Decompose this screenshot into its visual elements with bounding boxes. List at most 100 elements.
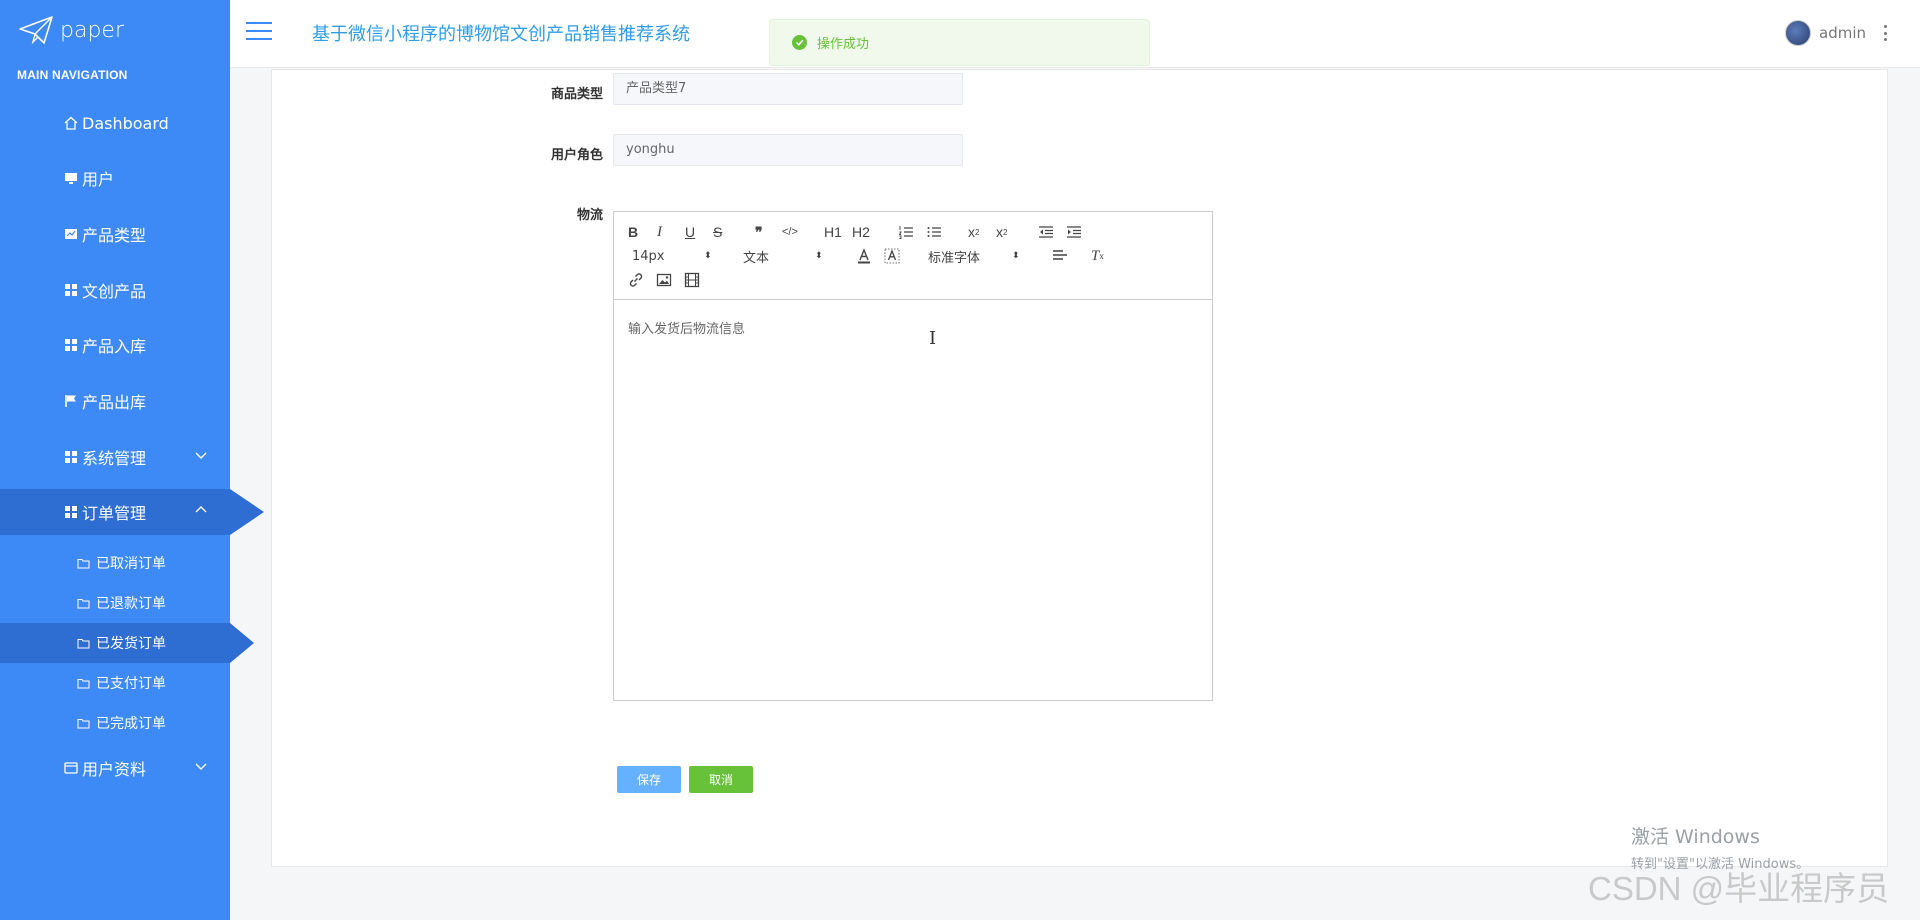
folder-icon	[77, 598, 90, 609]
sidebar-subitem-shipped-orders[interactable]: 已发货订单	[0, 623, 230, 663]
sidebar-item-label: Dashboard	[82, 113, 169, 133]
brand-logo[interactable]: paper	[18, 12, 124, 48]
editor-placeholder: 输入发货后物流信息	[628, 322, 746, 337]
indent-icon[interactable]	[1066, 223, 1082, 241]
clear-format-button[interactable]: Tx	[1091, 247, 1104, 265]
font-size-value: 14px	[632, 248, 665, 264]
sidebar: paper MAIN NAVIGATION Dashboard 用户 产品类型 …	[0, 0, 264, 920]
sidebar-item-user-profile[interactable]: 用户资料	[0, 745, 230, 791]
grid-icon	[64, 338, 78, 352]
home-icon	[64, 116, 78, 130]
sidebar-item-label: 订单管理	[82, 504, 147, 523]
chevron-down-icon	[195, 763, 207, 770]
bullet-list-icon[interactable]	[926, 223, 942, 241]
card-icon	[64, 761, 78, 775]
select-arrows-icon: ⬍	[815, 251, 823, 261]
h2-button[interactable]: H2	[852, 223, 870, 241]
folder-icon	[77, 718, 90, 729]
paper-plane-icon	[19, 16, 53, 45]
sidebar-item-label: 文创产品	[82, 282, 147, 301]
more-vertical-icon[interactable]	[1884, 25, 1888, 41]
user-role-field[interactable]: yonghu	[613, 134, 963, 166]
sidebar-item-label: 产品出库	[82, 393, 147, 412]
grid-icon	[64, 505, 78, 519]
font-size-select[interactable]: 14px ⬍	[632, 247, 717, 265]
sidebar-subitem-cancelled-orders[interactable]: 已取消订单	[0, 543, 230, 583]
product-type-field[interactable]: 产品类型7	[613, 73, 963, 105]
video-icon[interactable]	[684, 271, 700, 289]
code-block-button[interactable]: </>	[782, 223, 798, 241]
underline-button[interactable]: U	[685, 223, 695, 241]
cancel-button[interactable]: 取消	[689, 766, 753, 793]
text-color-icon[interactable]	[856, 247, 872, 265]
grid-icon	[64, 283, 78, 297]
align-left-icon[interactable]	[1052, 247, 1068, 265]
logistics-label: 物流	[576, 208, 603, 223]
font-family-select[interactable]: 标准字体 ⬍	[928, 247, 1023, 266]
activation-title: 激活 Windows	[1631, 826, 1760, 848]
product-type-label: 商品类型	[550, 87, 603, 102]
csdn-watermark: CSDN @毕业程序员	[1588, 870, 1890, 907]
sidebar-item-label: 产品类型	[82, 226, 147, 245]
sidebar-item-stock-in[interactable]: 产品入库	[0, 322, 230, 368]
blockquote-button[interactable]: ❞	[755, 223, 763, 241]
chevron-up-icon	[195, 506, 207, 513]
superscript-button[interactable]: x2	[996, 223, 1007, 241]
user-menu[interactable]: admin	[1785, 20, 1888, 46]
header-select[interactable]: 文本 ⬍	[743, 247, 828, 266]
sidebar-item-dashboard[interactable]: Dashboard	[0, 100, 230, 146]
sidebar-subitem-label: 已完成订单	[96, 716, 166, 732]
sidebar-item-label: 用户	[82, 170, 115, 189]
sidebar-item-product-types[interactable]: 产品类型	[0, 211, 230, 257]
header-select-value: 文本	[743, 250, 770, 266]
save-button[interactable]: 保存	[617, 766, 681, 793]
sidebar-item-label: 系统管理	[82, 449, 147, 468]
chevron-down-icon	[195, 452, 207, 459]
active-subitem-indicator	[230, 623, 254, 663]
image-icon[interactable]	[656, 271, 672, 289]
sidebar-subitem-paid-orders[interactable]: 已支付订单	[0, 663, 230, 703]
folder-icon	[77, 638, 90, 649]
background-color-icon[interactable]	[884, 247, 900, 265]
sidebar-item-users[interactable]: 用户	[0, 155, 230, 201]
username: admin	[1819, 24, 1866, 42]
hamburger-menu-icon[interactable]	[246, 22, 272, 42]
success-toast: 操作成功	[769, 19, 1150, 66]
check-circle-icon	[792, 35, 807, 50]
sidebar-item-label: 用户资料	[82, 760, 147, 779]
font-family-value: 标准字体	[928, 250, 981, 266]
nav-section-title: MAIN NAVIGATION	[17, 68, 128, 82]
link-icon[interactable]	[628, 271, 644, 289]
grid-icon	[64, 450, 78, 464]
active-indicator	[230, 489, 264, 535]
sidebar-subitem-completed-orders[interactable]: 已完成订单	[0, 703, 230, 743]
strike-button[interactable]: S	[713, 223, 722, 241]
folder-icon	[77, 558, 90, 569]
system-title: 基于微信小程序的博物馆文创产品销售推荐系统	[312, 24, 690, 45]
select-arrows-icon: ⬍	[1012, 251, 1020, 261]
italic-button[interactable]: I	[657, 223, 662, 241]
sidebar-item-products[interactable]: 文创产品	[0, 267, 230, 313]
flag-icon	[64, 394, 78, 408]
subscript-button[interactable]: x2	[968, 223, 979, 241]
select-arrows-icon: ⬍	[704, 251, 712, 261]
ordered-list-icon[interactable]	[898, 223, 914, 241]
h1-button[interactable]: H1	[824, 223, 842, 241]
sidebar-subitem-refunded-orders[interactable]: 已退款订单	[0, 583, 230, 623]
logistics-editor[interactable]: B I U S ❞ </> H1 H2 x2 x2 14px ⬍ 文本 ⬍ 标准…	[613, 211, 1213, 701]
sidebar-item-system-management[interactable]: 系统管理	[0, 434, 230, 480]
monitor-icon	[64, 171, 78, 185]
folder-icon	[77, 678, 90, 689]
editor-toolbar: B I U S ❞ </> H1 H2 x2 x2 14px ⬍ 文本 ⬍ 标准…	[614, 212, 1212, 300]
sidebar-item-label: 产品入库	[82, 337, 147, 356]
sidebar-subitem-label: 已退款订单	[96, 596, 166, 612]
sidebar-subitem-label: 已取消订单	[96, 556, 166, 572]
brand-name: paper	[60, 17, 124, 43]
toast-message: 操作成功	[817, 37, 870, 52]
sidebar-item-order-management[interactable]: 订单管理	[0, 489, 230, 535]
avatar[interactable]	[1785, 20, 1811, 46]
sidebar-item-stock-out[interactable]: 产品出库	[0, 378, 230, 424]
bold-button[interactable]: B	[628, 223, 638, 241]
outdent-icon[interactable]	[1038, 223, 1054, 241]
sidebar-subitem-label: 已支付订单	[96, 676, 166, 692]
